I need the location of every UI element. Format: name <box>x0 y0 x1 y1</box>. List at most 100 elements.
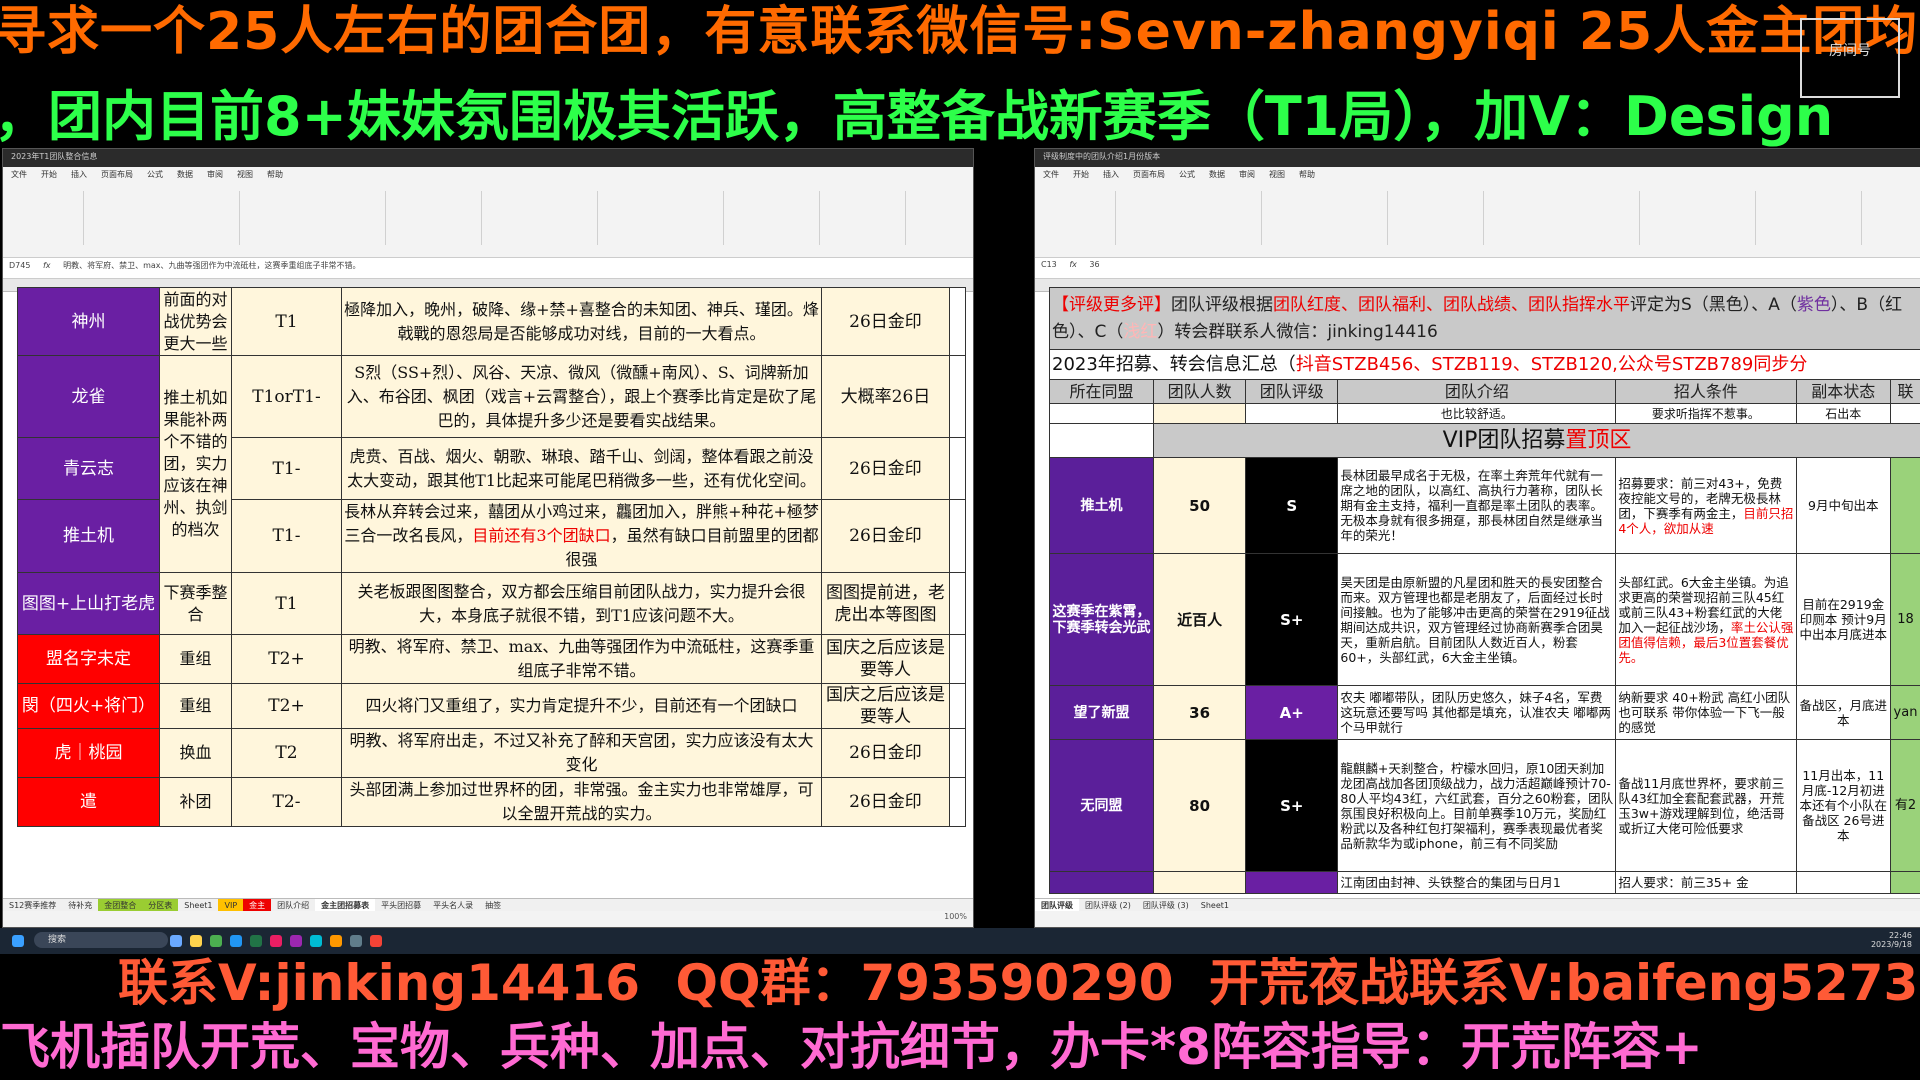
empty-cell[interactable] <box>949 499 966 573</box>
analysis-group[interactable] <box>825 191 906 245</box>
description-cell[interactable]: 極降加入，晚州，破降、缘+禁+喜整合的未知团、神兵、瑾团。烽戟戰的恩怨局是否能够… <box>341 287 822 356</box>
editing-group[interactable] <box>1761 191 1862 245</box>
formula-input[interactable]: 36 <box>1089 260 1099 269</box>
contact-cell[interactable]: 18 <box>1889 553 1920 686</box>
tier-cell[interactable]: T1orT1- <box>231 355 342 438</box>
right-sheet-grid[interactable]: 【评级更多评】团队评级根据团队红度、团队福利、团队战绩、团队指挥水平评定为S（黑… <box>1035 287 1920 894</box>
app-icon[interactable] <box>370 935 382 947</box>
empty-cell[interactable] <box>949 777 966 827</box>
alliance-cell[interactable] <box>1048 871 1155 894</box>
requirement-cell[interactable]: 备战11月底世界杯，要求前三队43红加全套配套武器，开荒玉3w+游戏理解到位，绝… <box>1615 739 1797 872</box>
team-name-cell[interactable]: 遣 <box>17 777 160 827</box>
tier-cell[interactable]: T2 <box>231 728 342 778</box>
menu-item[interactable]: 审阅 <box>1239 170 1255 179</box>
empty-cell[interactable] <box>949 683 966 729</box>
tier-cell[interactable]: T1- <box>231 499 342 573</box>
requirement-cell[interactable]: 招募要求：前三对43+，免费夜控能文号的，老牌无极長林团，下赛季有两金主，目前只… <box>1615 457 1797 554</box>
tier-cell[interactable]: T2+ <box>231 634 342 684</box>
styles-group[interactable] <box>487 191 598 245</box>
app-icon[interactable] <box>310 935 322 947</box>
empty-cell[interactable] <box>949 634 966 684</box>
tier-cell[interactable]: T1 <box>231 287 342 356</box>
status-cell[interactable]: 换血 <box>159 728 232 778</box>
alliance-cell[interactable]: 望了新盟 <box>1048 685 1155 740</box>
cells-group[interactable] <box>1645 191 1756 245</box>
menu-item[interactable]: 开始 <box>41 170 57 179</box>
empty-cell[interactable] <box>949 355 966 438</box>
app-icon[interactable] <box>290 935 302 947</box>
member-count-cell[interactable]: 36 <box>1153 685 1247 740</box>
menu-item[interactable]: 文件 <box>1043 170 1059 179</box>
column-header[interactable]: 团队评级 <box>1245 379 1339 404</box>
app-icon[interactable] <box>270 935 282 947</box>
name-box[interactable]: C13 <box>1041 260 1057 269</box>
name-box[interactable]: D745 <box>9 261 30 270</box>
window-title-bar[interactable]: 2023年T1团队整合信息 <box>3 149 973 167</box>
menu-item[interactable]: 开始 <box>1073 170 1089 179</box>
status-cell[interactable]: 推土机如果能补两个不错的团，实力应该在神州、执剑的档次 <box>159 355 232 573</box>
cells-group[interactable] <box>603 191 724 245</box>
description-cell[interactable]: 虎贲、百战、烟火、朝歌、琳琅、踏千山、剑阔，整体看跟之前没太大变动，跟其他T1比… <box>341 437 822 500</box>
menu-item[interactable]: 数据 <box>177 170 193 179</box>
menu-item[interactable]: 公式 <box>147 170 163 179</box>
intro-cell[interactable]: 龍麒麟+天刹整合，柠檬水回归，原10团天刹加龙团高战加各团顶级战力，战力活超巅峰… <box>1337 739 1617 872</box>
raid-state-cell[interactable]: 11月出本，11月底-12月初进本还有个小队在备战区 26号进本 <box>1795 739 1891 872</box>
menu-item[interactable]: 帮助 <box>1299 170 1315 179</box>
clipboard-group[interactable] <box>1045 191 1116 245</box>
wechat-icon[interactable] <box>210 935 222 947</box>
requirement-cell[interactable]: 头部红武。6大金主坐镇。为追求更高的荣誉现招前三队45红或前三队43+粉套红武的… <box>1615 553 1797 686</box>
raid-state-cell[interactable]: 目前在2919金印厕本 预计9月中出本月底进本 <box>1795 553 1891 686</box>
left-excel-window[interactable]: 2023年T1团队整合信息 文件 开始 插入 页面布局 公式 数据 审阅 视图 帮助 D745 … <box>2 148 974 928</box>
styles-group[interactable] <box>1489 191 1640 245</box>
intro-cell[interactable]: 农夫 嘟嘟带队，团队历史悠久，妹子4名，军费这玩意还要写吗 其他都是填充，认准农… <box>1337 685 1617 740</box>
clipboard-group[interactable] <box>13 191 84 245</box>
menu-item[interactable]: 页面布局 <box>1133 170 1165 179</box>
empty-cell[interactable] <box>949 728 966 778</box>
member-count-cell[interactable]: 近百人 <box>1153 553 1247 686</box>
grade-cell[interactable]: S+ <box>1245 739 1339 872</box>
alliance-cell[interactable]: 无同盟 <box>1048 739 1155 872</box>
schedule-cell[interactable]: 26日金印 <box>821 499 950 573</box>
column-header[interactable]: 副本状态 <box>1795 379 1891 404</box>
formula-input[interactable]: 明教、将军府、禁卫、max、九曲等强团作为中流砥柱，这赛季重组底子非常不错。 <box>63 261 360 270</box>
grade-cell[interactable]: S <box>1245 457 1339 554</box>
team-name-cell[interactable]: 閔（四火+将门） <box>17 683 160 729</box>
empty-cell[interactable] <box>949 287 966 356</box>
right-excel-window[interactable]: 评级制度中的团队介绍1月份版本 文件 开始 插入 页面布局 公式 数据 审阅 视图 帮助 C13… <box>1034 148 1920 928</box>
team-name-cell[interactable]: 虎｜桃园 <box>17 728 160 778</box>
browser-icon[interactable] <box>230 935 242 947</box>
menu-item[interactable]: 帮助 <box>267 170 283 179</box>
description-cell[interactable]: 头部团满上参加过世界杯的团，非常强。金主实力也非常雄厚，可以全盟开荒战的实力。 <box>341 777 822 827</box>
excel-icon[interactable] <box>250 935 262 947</box>
column-header[interactable]: 团队介绍 <box>1337 379 1617 404</box>
description-cell[interactable]: S烈（SS+烈）、风谷、天凉、微风（微醺+南风）、S、词牌新加入、布谷团、枫团（… <box>341 355 822 438</box>
empty-cell[interactable] <box>949 437 966 500</box>
menu-item[interactable]: 页面布局 <box>101 170 133 179</box>
editing-group[interactable] <box>729 191 820 245</box>
font-group[interactable] <box>89 191 240 245</box>
description-cell[interactable]: 長林从弃转会过来，囍团从小鸡过来，龘团加入，胖熊+种花+極梦三合一改名長风，目前… <box>341 499 822 573</box>
raid-state-cell[interactable]: 备战区，月底进本 <box>1795 685 1891 740</box>
left-sheet-grid[interactable]: 神州 前面的对战优势会更大一些 T1 極降加入，晚州，破降、缘+禁+喜整合的未知团、神… <box>3 287 973 827</box>
team-name-cell[interactable]: 龙雀 <box>17 355 160 438</box>
menu-item[interactable]: 公式 <box>1179 170 1195 179</box>
tier-cell[interactable]: T2+ <box>231 683 342 729</box>
schedule-cell[interactable]: 图图提前进，老虎出本等图图 <box>821 572 950 635</box>
app-icon[interactable] <box>330 935 342 947</box>
schedule-cell[interactable]: 26日金印 <box>821 777 950 827</box>
formula-bar[interactable]: C13 fx 36 <box>1035 258 1920 279</box>
description-cell[interactable]: 四火将门又重组了，实力肯定提升不少，目前还有一个团缺口 <box>341 683 822 729</box>
schedule-cell[interactable]: 26日金印 <box>821 437 950 500</box>
requirement-cell[interactable]: 纳新要求 40+粉武 高红小团队也可联系 带你体验一下飞一般的感觉 <box>1615 685 1797 740</box>
team-name-cell[interactable]: 盟名字未定 <box>17 634 160 684</box>
column-header[interactable]: 联 <box>1889 379 1920 404</box>
number-group[interactable] <box>1393 191 1484 245</box>
schedule-cell[interactable]: 国庆之后应该是要等人 <box>821 634 950 684</box>
alliance-cell[interactable]: 这赛季在紫霄，下赛季转会光武 <box>1048 553 1155 686</box>
menu-item[interactable]: 数据 <box>1209 170 1225 179</box>
folder-icon[interactable] <box>190 935 202 947</box>
intro-cell[interactable]: 昊天团是由原新盟的凡星团和胜天的長安团整合而来。双方管理也都是老朋友了，后面经过… <box>1337 553 1617 686</box>
grade-cell[interactable] <box>1245 871 1339 894</box>
raid-state-cell[interactable] <box>1795 871 1891 894</box>
contact-cell[interactable]: 有2 <box>1889 739 1920 872</box>
